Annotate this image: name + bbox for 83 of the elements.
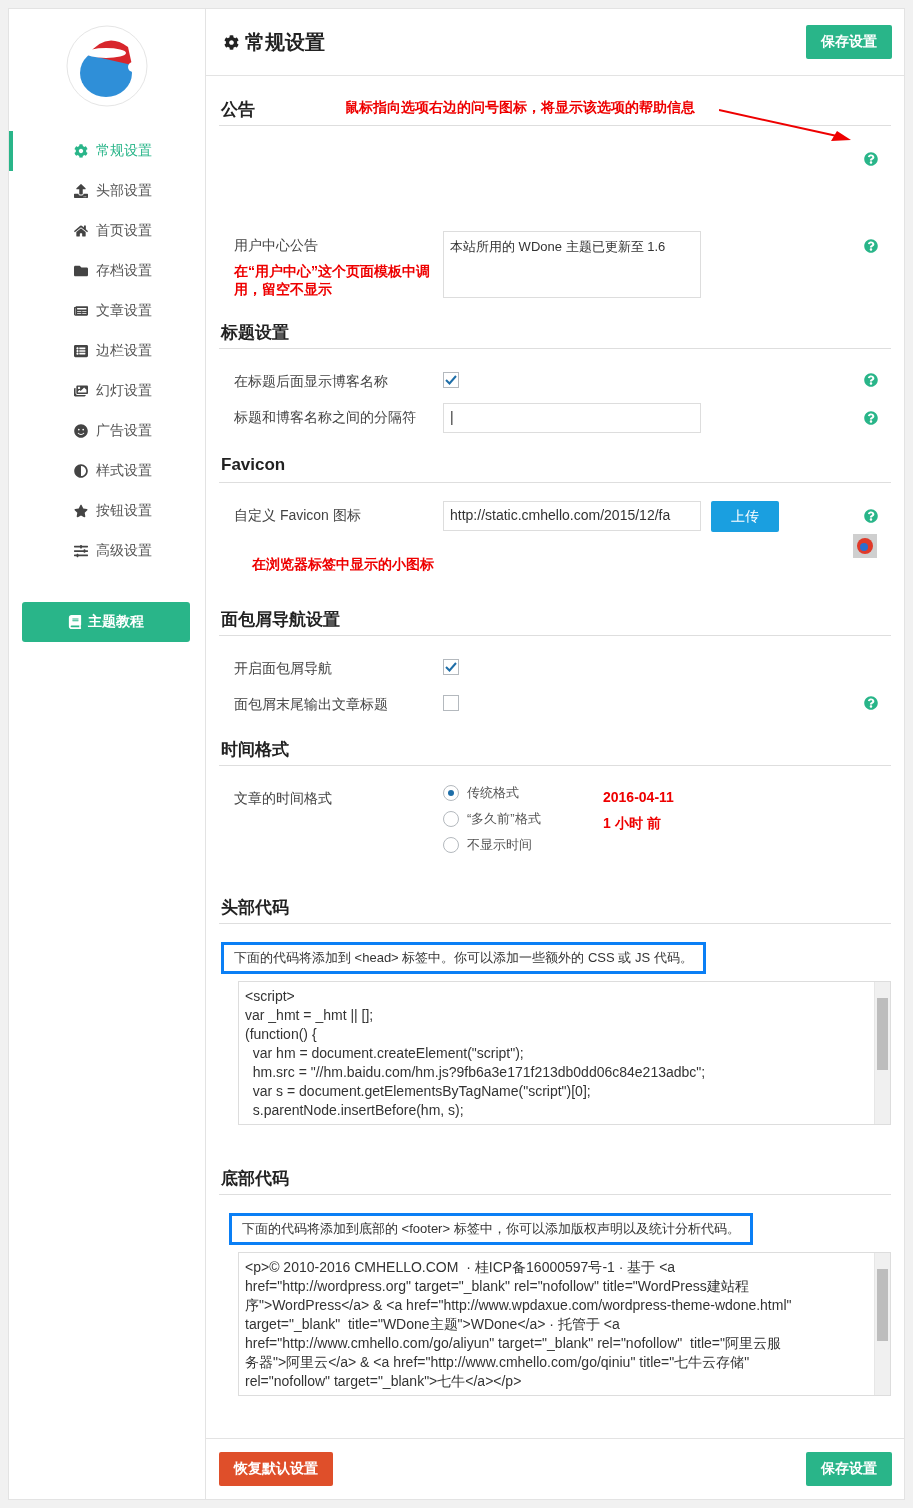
code-line: hm.src = "//hm.baidu.com/hm.js?9fb6a3e171f213db0dd06c84e213adbc"; bbox=[251, 1063, 707, 1082]
code-description: 下面的代码将添加到 <head> 标签中。你可以添加一些额外的 CSS 或 JS 代码。 bbox=[221, 942, 706, 974]
code-line: 务器">阿里云</a> & <a href="http://www.cmhello.com/go/qiniu" title="七牛云存储" bbox=[245, 1353, 751, 1372]
sidebar-item[interactable]: 幻灯设置 bbox=[9, 371, 205, 411]
code-line: (function() { bbox=[245, 1025, 318, 1044]
sidebar-item[interactable]: 边栏设置 bbox=[9, 331, 205, 371]
scrollbar[interactable] bbox=[874, 1253, 890, 1395]
radio-button[interactable] bbox=[443, 837, 459, 853]
code-line: s.parentNode.insertBefore(hm, s); bbox=[251, 1101, 465, 1120]
scrollbar[interactable] bbox=[874, 982, 890, 1124]
checkbox[interactable] bbox=[443, 659, 459, 675]
field-label: 用户中心公告 bbox=[234, 237, 319, 255]
textarea-field[interactable]: 本站所用的 WDone 主题已更新至 1.6 bbox=[443, 231, 701, 298]
section-heading: 公告 bbox=[220, 99, 255, 121]
help-icon[interactable] bbox=[864, 696, 878, 710]
annotation-note: 鼠标指向选项右边的问号图标，将显示该选项的帮助信息 bbox=[345, 99, 695, 117]
code-line: var hm = document.createElement("script"); bbox=[251, 1044, 525, 1063]
menu-icon bbox=[74, 264, 88, 278]
field-label: 文章的时间格式 bbox=[234, 790, 333, 808]
section-heading: 时间格式 bbox=[220, 739, 289, 761]
code-line: <p>© 2010-2016 CMHELLO.COM · 桂ICP备16000597号-1 · 基于 <a bbox=[245, 1258, 677, 1277]
field-label: 自定义 Favicon 图标 bbox=[234, 507, 362, 525]
url-field[interactable]: http://static.cmhello.com/2015/12/fa bbox=[443, 501, 701, 531]
section-heading: 面包屑导航设置 bbox=[220, 609, 340, 631]
example-text: 2016-04-11 bbox=[603, 789, 674, 805]
menu-icon bbox=[74, 544, 88, 558]
code-textarea[interactable] bbox=[238, 1252, 891, 1396]
annotation-note: 在“用户中心”这个页面模板中调用，留空不显示 bbox=[234, 263, 431, 299]
sidebar-item[interactable]: 头部设置 bbox=[9, 171, 205, 211]
sidebar-item[interactable]: 按钮设置 bbox=[9, 491, 205, 531]
field-label: 在标题后面显示博客名称 bbox=[234, 373, 389, 391]
menu-icon bbox=[74, 304, 88, 318]
example-text: 1 小时 前 bbox=[603, 815, 662, 833]
section-heading: 标题设置 bbox=[219, 322, 289, 344]
checkbox[interactable] bbox=[443, 372, 459, 388]
checkbox[interactable] bbox=[443, 695, 459, 711]
code-line: href="http://wordpress.org" target="_blank" rel="nofollow" title="WordPress建站程 bbox=[245, 1277, 750, 1296]
menu-icon bbox=[74, 464, 88, 478]
help-icon[interactable] bbox=[864, 239, 878, 253]
sidebar-item[interactable]: 广告设置 bbox=[9, 411, 205, 451]
annotation-note: 在浏览器标签中显示的小图标 bbox=[252, 556, 434, 574]
menu-icon bbox=[74, 224, 88, 238]
page-title: 常规设置 bbox=[224, 28, 325, 56]
section-heading: 头部代码 bbox=[220, 897, 289, 919]
radio-button[interactable] bbox=[443, 811, 459, 827]
reset-button[interactable]: 恢复默认设置 bbox=[219, 1452, 333, 1486]
sidebar-item[interactable]: 高级设置 bbox=[9, 531, 205, 571]
code-line: <script> bbox=[245, 987, 296, 1006]
menu-icon bbox=[74, 144, 88, 158]
radio-label: 不显示时间 bbox=[467, 836, 532, 854]
help-icon[interactable] bbox=[864, 411, 878, 425]
radio-button[interactable] bbox=[443, 785, 459, 801]
favicon-preview-icon bbox=[853, 534, 877, 558]
radio-label: 传统格式 bbox=[467, 784, 519, 802]
menu-icon bbox=[74, 504, 88, 518]
section-heading: Favicon bbox=[220, 455, 286, 475]
sidebar-item[interactable]: 存档设置 bbox=[9, 251, 205, 291]
code-line: target="_blank" title="WDone主题">WDone</a> · 托管于 <a bbox=[245, 1315, 621, 1334]
help-icon[interactable] bbox=[864, 152, 878, 166]
menu-icon bbox=[74, 344, 88, 358]
help-icon[interactable] bbox=[864, 509, 878, 523]
sidebar-item[interactable]: 首页设置 bbox=[9, 211, 205, 251]
field-label: 标题和博客名称之间的分隔符 bbox=[234, 409, 417, 427]
menu-icon bbox=[74, 384, 88, 398]
help-icon[interactable] bbox=[864, 373, 878, 387]
code-textarea[interactable] bbox=[238, 981, 891, 1125]
code-line: 序">WordPress</a> & <a href="http://www.wpdaxue.com/wordpress-theme-wdone.html" bbox=[245, 1296, 793, 1315]
code-description: 下面的代码将添加到底部的 <footer> 标签中，你可以添加版权声明以及统计分析代码。 bbox=[229, 1213, 753, 1245]
code-line: var s = document.getElementsByTagName("script")[0]; bbox=[251, 1082, 592, 1101]
book-icon bbox=[68, 615, 82, 629]
menu-icon bbox=[74, 184, 88, 198]
sidebar-item[interactable]: 文章设置 bbox=[9, 291, 205, 331]
field-label: 面包屑末尾输出文章标题 bbox=[234, 696, 389, 714]
code-line: var _hmt = _hmt || []; bbox=[245, 1006, 375, 1025]
code-line: href="http://www.cmhello.com/go/aliyun" target="_blank" rel="nofollow" title="阿里云服 bbox=[245, 1334, 782, 1353]
sidebar-item[interactable]: 样式设置 bbox=[9, 451, 205, 491]
radio-label: “多久前”格式 bbox=[467, 810, 541, 828]
menu-icon bbox=[74, 424, 88, 438]
section-heading: 底部代码 bbox=[220, 1168, 289, 1190]
field-label: 开启面包屑导航 bbox=[234, 660, 333, 678]
text-field[interactable]: | bbox=[443, 403, 701, 433]
code-line: rel="nofollow" target="_blank">七牛</a></p> bbox=[245, 1372, 523, 1391]
settings-icon bbox=[224, 34, 239, 50]
